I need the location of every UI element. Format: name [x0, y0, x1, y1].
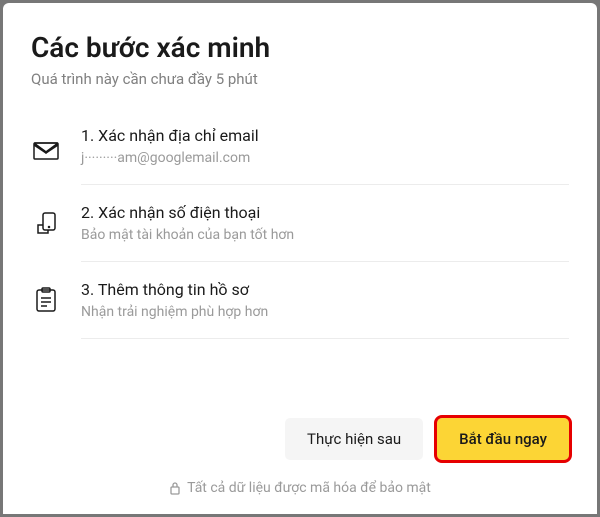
security-note: Tất cả dữ liệu được mã hóa để bảo mật	[31, 480, 569, 496]
step-desc: j·········am@googlemail.com	[81, 150, 569, 166]
modal-subtitle: Quá trình này cần chưa đầy 5 phút	[31, 70, 569, 88]
button-row: Thực hiện sau Bắt đầu ngay	[31, 418, 569, 460]
steps-list: 1. Xác nhận địa chỉ email j·········am@g…	[31, 116, 569, 396]
step-title: 2. Xác nhận số điện thoại	[81, 203, 569, 222]
step-desc: Bảo mật tài khoản của bạn tốt hơn	[81, 227, 569, 243]
step-content: 2. Xác nhận số điện thoại Bảo mật tài kh…	[81, 203, 569, 243]
step-profile: 3. Thêm thông tin hồ sơ Nhận trải nghiệm…	[81, 262, 569, 339]
start-now-button[interactable]: Bắt đầu ngay	[437, 418, 569, 460]
modal-title: Các bước xác minh	[31, 31, 569, 64]
lock-icon	[169, 481, 181, 495]
step-email: 1. Xác nhận địa chỉ email j·········am@g…	[81, 116, 569, 185]
step-phone: 2. Xác nhận số điện thoại Bảo mật tài kh…	[81, 185, 569, 262]
step-content: 1. Xác nhận địa chỉ email j·········am@g…	[81, 126, 569, 166]
later-button[interactable]: Thực hiện sau	[285, 418, 423, 460]
security-note-text: Tất cả dữ liệu được mã hóa để bảo mật	[187, 480, 431, 496]
verification-modal: Các bước xác minh Quá trình này cần chưa…	[3, 3, 597, 514]
phone-icon	[31, 211, 61, 235]
step-content: 3. Thêm thông tin hồ sơ Nhận trải nghiệm…	[81, 280, 569, 320]
clipboard-icon	[31, 287, 61, 313]
step-title: 1. Xác nhận địa chỉ email	[81, 126, 569, 145]
step-title: 3. Thêm thông tin hồ sơ	[81, 280, 569, 299]
step-desc: Nhận trải nghiệm phù hợp hơn	[81, 304, 569, 320]
envelope-icon	[31, 140, 61, 160]
